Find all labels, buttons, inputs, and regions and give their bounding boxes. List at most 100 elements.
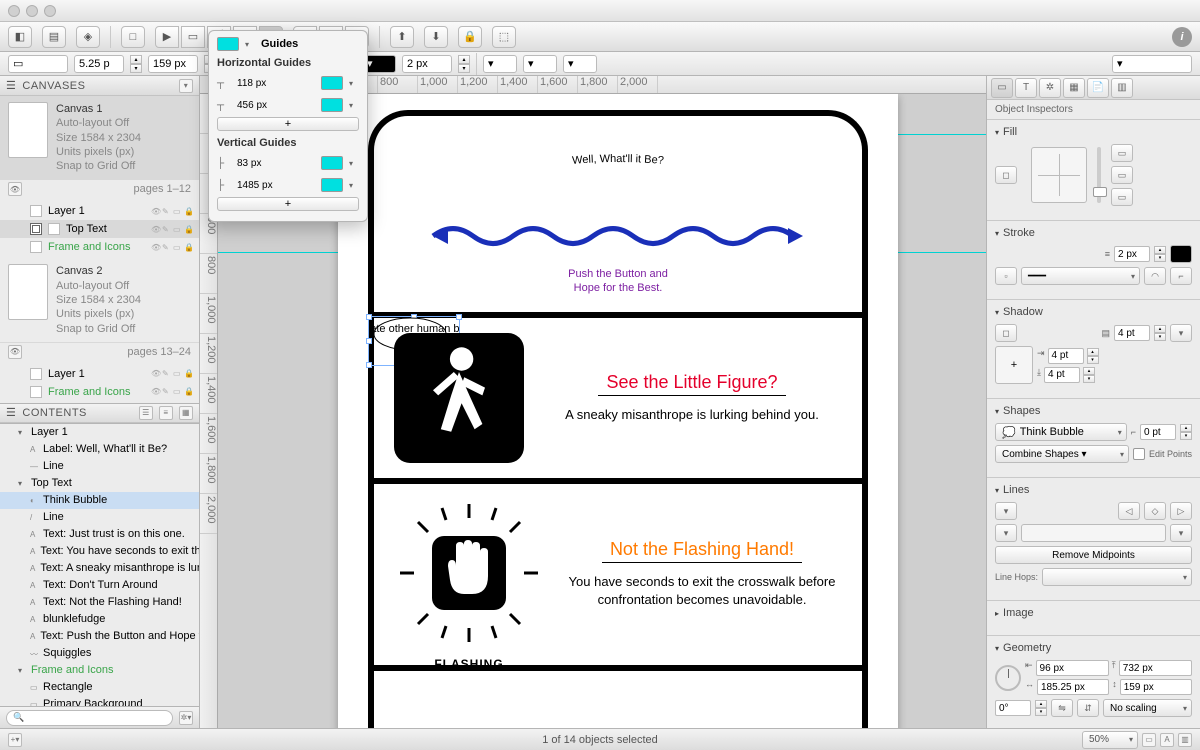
view-outline-button[interactable]: ≡ [159, 406, 173, 420]
font-well[interactable]: ▾ [1112, 55, 1192, 73]
guide-row[interactable]: ├83 px▾ [217, 153, 359, 173]
layer-row[interactable]: Frame and Icons👁✎▭🔒 [0, 383, 199, 401]
canvas-item[interactable]: Canvas 1 Auto-layout Off Size 1584 x 230… [0, 96, 199, 180]
opacity-slider[interactable] [1097, 147, 1101, 203]
inspector-toggle-button[interactable]: ▥ [1178, 733, 1192, 747]
properties-inspector-tab[interactable]: ✲ [1039, 78, 1061, 98]
stroke-style-dropdown[interactable]: ━━━ [1021, 267, 1140, 285]
text-tool-button[interactable]: A [1160, 733, 1174, 747]
contents-row[interactable]: AText: You have seconds to exit th [0, 543, 199, 560]
contents-row[interactable]: ▾Layer 1 [0, 424, 199, 441]
arrow-well[interactable]: ▾ [563, 55, 597, 73]
geo-h-field[interactable]: 159 px [1120, 679, 1192, 695]
edit-points-checkbox[interactable] [1133, 448, 1145, 460]
canvases-button[interactable]: ▤ [42, 26, 66, 48]
shape-dropdown[interactable]: 💭Think Bubble [995, 423, 1127, 441]
layer-select-checkbox[interactable] [30, 223, 42, 235]
geo-x-field[interactable]: 96 px [1036, 660, 1109, 676]
head-style-button[interactable]: ▾ [1170, 524, 1192, 542]
stroke-width-field[interactable]: 2 px [402, 55, 452, 73]
contents-row[interactable]: ▾Frame and Icons [0, 662, 199, 679]
corner-radius-field[interactable]: 0 pt [1140, 424, 1176, 440]
contents-row[interactable]: ◐Think Bubble [0, 492, 199, 509]
stroke-width-stepper[interactable]: ▴▾ [458, 55, 470, 73]
rect-tool-button[interactable]: ▭ [181, 26, 205, 48]
scaling-dropdown[interactable]: No scaling [1103, 699, 1192, 717]
rotation-dial[interactable] [995, 665, 1021, 691]
cap-button[interactable]: ⌐ [1170, 267, 1192, 285]
blend-button[interactable]: ▭ [1111, 166, 1133, 184]
zoom-dropdown[interactable]: 50% [1082, 731, 1138, 749]
shadow-x-field[interactable]: 4 pt [1048, 348, 1084, 364]
contents-row[interactable]: Ablunklefudge [0, 611, 199, 628]
corner-button[interactable]: ◠ [1144, 267, 1166, 285]
stroke-pos-button[interactable]: ▫ [995, 267, 1017, 285]
fill-type-button[interactable]: ◻ [995, 166, 1017, 184]
stroke-width-field[interactable]: 2 px [1114, 246, 1150, 262]
group-button[interactable]: ⬚ [492, 26, 516, 48]
contents-row[interactable]: AText: Not the Flashing Hand! [0, 594, 199, 611]
view-list-button[interactable]: ☰ [139, 406, 153, 420]
y-field[interactable]: 159 px [148, 55, 198, 73]
shadow-color-button[interactable]: ▾ [1170, 324, 1192, 342]
stroke-color-button[interactable] [1170, 245, 1192, 263]
x-stepper[interactable]: ▴▾ [130, 55, 142, 73]
line-type-button[interactable]: ▾ [995, 502, 1017, 520]
close-window-icon[interactable] [8, 5, 20, 17]
visibility-icon[interactable]: 👁 [8, 182, 22, 196]
canvas-page[interactable]: Well, What'll it Be? Push the Button and… [338, 94, 898, 728]
visibility-icon[interactable]: 👁 [8, 345, 22, 359]
shadow-toggle-button[interactable]: ◻ [995, 324, 1017, 342]
info-icon[interactable]: i [1172, 27, 1192, 47]
geo-w-field[interactable]: 185.25 px [1037, 679, 1109, 695]
shadow-preview-well[interactable]: + [995, 346, 1033, 384]
x-field[interactable]: 5.25 p [74, 55, 124, 73]
stencils-inspector-tab[interactable]: ▥ [1111, 78, 1133, 98]
back-button[interactable]: ⬇ [424, 26, 448, 48]
lock-button[interactable]: 🔒 [458, 26, 482, 48]
contents-row[interactable]: ALabel: Well, What'll it Be? [0, 441, 199, 458]
layer-row[interactable]: Frame and Icons👁✎▭🔒 [0, 238, 199, 256]
rotation-stepper[interactable]: ▴▾ [1035, 700, 1047, 716]
contents-row[interactable]: /Line [0, 509, 199, 526]
fill-preview-well[interactable] [1031, 147, 1087, 203]
contents-row[interactable]: ▭Rectangle [0, 679, 199, 696]
line-mid-button[interactable]: ◇ [1144, 502, 1166, 520]
combine-shapes-dropdown[interactable]: Combine Shapes ▾ [995, 445, 1129, 463]
canvas-item[interactable]: Canvas 2 Auto-layout Off Size 1584 x 230… [0, 258, 199, 342]
sidebar-toggle-button[interactable]: ◧ [8, 26, 32, 48]
document-inspector-tab[interactable]: 📄 [1087, 78, 1109, 98]
add-canvas-button[interactable]: ▾ [179, 79, 193, 93]
select-tool-button[interactable]: ▶ [155, 26, 179, 48]
line-hops-dropdown[interactable] [1042, 568, 1192, 586]
shadow-blur-stepper[interactable]: ▴▾ [1154, 325, 1166, 341]
presentation-button[interactable]: ▭ [1142, 733, 1156, 747]
shadow-blur-field[interactable]: 4 pt [1114, 325, 1150, 341]
flip-h-button[interactable]: ⇋ [1051, 699, 1073, 717]
stroke-width-stepper[interactable]: ▴▾ [1154, 246, 1166, 262]
new-shape-button[interactable]: □ [121, 26, 145, 48]
object-inspector-tab[interactable]: ▭ [991, 78, 1013, 98]
line-well[interactable]: ▾ [523, 55, 557, 73]
arrow-end-button[interactable]: ▷ [1170, 502, 1192, 520]
contents-row[interactable]: AText: A sneaky misanthrope is lur [0, 560, 199, 577]
contents-row[interactable]: 〰Squiggles [0, 645, 199, 662]
guide-row[interactable]: ├1485 px▾ [217, 175, 359, 195]
geo-y-field[interactable]: 732 px [1119, 660, 1192, 676]
guide-color-well[interactable] [321, 76, 343, 90]
rotation-field[interactable]: 0° [995, 700, 1031, 716]
search-input[interactable]: 🔍 [6, 710, 173, 726]
arrow-start-button[interactable]: ◁ [1118, 502, 1140, 520]
type-inspector-tab[interactable]: T [1015, 78, 1037, 98]
minimize-window-icon[interactable] [26, 5, 38, 17]
front-button[interactable]: ⬆ [390, 26, 414, 48]
layer-row[interactable]: Layer 1👁✎▭🔒 [0, 365, 199, 383]
guide-color-well[interactable] [321, 178, 343, 192]
guide-color-well[interactable] [321, 156, 343, 170]
blend-button[interactable]: ▭ [1111, 188, 1133, 206]
contents-row[interactable]: AText: Push the Button and Hope fo [0, 628, 199, 645]
guide-color-well[interactable] [321, 98, 343, 112]
guide-row[interactable]: ┬118 px▾ [217, 73, 359, 93]
canvas-inspector-tab[interactable]: ▦ [1063, 78, 1085, 98]
zoom-window-icon[interactable] [44, 5, 56, 17]
